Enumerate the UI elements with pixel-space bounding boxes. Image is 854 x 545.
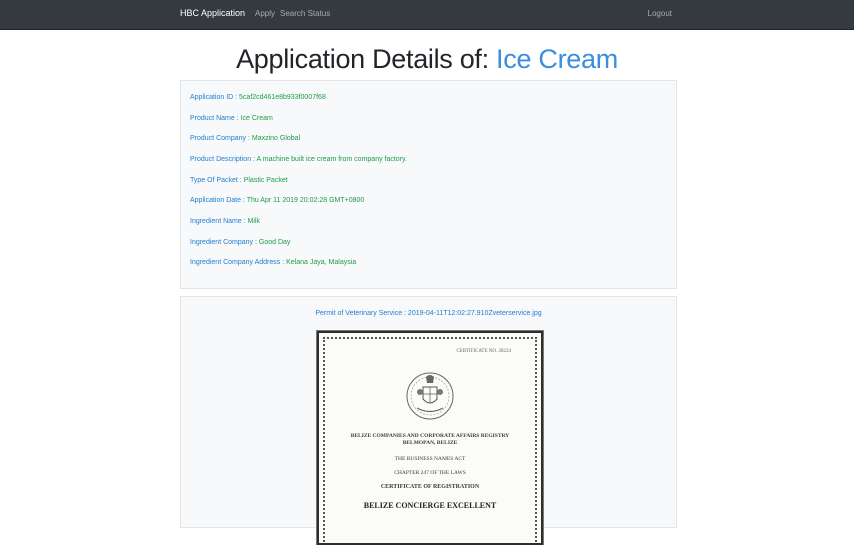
certificate-heading: CERTIFICATE OF REGISTRATION	[380, 484, 480, 490]
detail-product-description: Product Description : A machine built ic…	[190, 156, 407, 163]
detail-label: Product Description :	[190, 156, 257, 163]
page-title-product-name: Ice Cream	[496, 44, 618, 74]
detail-value: Good Day	[258, 239, 291, 246]
certificate-company: BELIZE CONCIERGE EXCELLENT	[363, 501, 497, 510]
certificate-registry: BELIZE COMPANIES AND CORPORATE AFFAIRS R…	[350, 433, 510, 439]
detail-label: Product Name :	[190, 115, 241, 122]
detail-label: Product Company :	[190, 135, 252, 142]
certificate-number: CERTIFICATE NO. 28224	[456, 349, 511, 354]
nav-search-status-link[interactable]: Search Status	[280, 9, 330, 18]
permit-label: Permit of Veterinary Service :	[315, 310, 408, 317]
detail-product-name: Product Name : Ice Cream	[190, 115, 273, 122]
detail-label: Application ID :	[190, 94, 240, 101]
detail-value: A machine built ice cream from company f…	[256, 156, 407, 163]
navbar-inner: HBC Application Apply Search Status Logo…	[180, 0, 672, 29]
detail-value: 5caf2cd461e8b933f0007f68	[239, 94, 326, 101]
detail-application-id: Application ID : 5caf2cd461e8b933f0007f6…	[190, 94, 326, 101]
detail-value: Kelana Jaya, Malaysia	[286, 259, 357, 266]
permit-caption: Permit of Veterinary Service : 2019-04-1…	[181, 310, 676, 317]
detail-value: Maxzino Global	[251, 135, 301, 142]
logout-link[interactable]: Logout	[648, 9, 672, 18]
detail-label: Ingredient Company :	[190, 239, 259, 246]
detail-value: Ice Cream	[240, 115, 273, 122]
detail-label: Ingredient Company Address :	[190, 259, 287, 266]
page-title-prefix: Application Details of:	[236, 44, 497, 74]
detail-label: Ingredient Name :	[190, 218, 248, 225]
navbar: HBC Application Apply Search Status Logo…	[0, 0, 854, 30]
detail-value: Plastic Packet	[243, 177, 288, 184]
detail-ingredient-name: Ingredient Name : Milk	[190, 218, 260, 225]
detail-value: Milk	[247, 218, 261, 225]
detail-application-date: Application Date : Thu Apr 11 2019 20:02…	[190, 197, 364, 204]
detail-ingredient-company-address: Ingredient Company Address : Kelana Jaya…	[190, 259, 356, 266]
certificate-city: BELMOPAN, BELIZE	[402, 440, 458, 446]
detail-value: Thu Apr 11 2019 20:02:28 GMT+0800	[246, 197, 365, 204]
page-title: Application Details of: Ice Cream	[0, 44, 854, 75]
certificate-act: THE BUSINESS NAMES ACT	[394, 456, 466, 462]
detail-label: Application Date :	[190, 197, 247, 204]
detail-label: Type Of Packet :	[190, 177, 244, 184]
brand-link[interactable]: HBC Application	[180, 8, 245, 18]
detail-ingredient-company: Ingredient Company : Good Day	[190, 239, 290, 246]
nav-apply-link[interactable]: Apply	[255, 9, 275, 18]
detail-type-of-packet: Type Of Packet : Plastic Packet	[190, 177, 288, 184]
detail-product-company: Product Company : Maxzino Global	[190, 135, 300, 142]
permit-file-name[interactable]: 2019-04-11T12:02:27.910Zveterservice.jpg	[408, 310, 542, 317]
permit-card: Permit of Veterinary Service : 2019-04-1…	[180, 296, 677, 545]
certificate-chapter: CHAPTER 247 OF THE LAWS	[394, 470, 466, 476]
permit-certificate-image: CERTIFICATE NO. 28224 BELIZE COMPANIES A…	[317, 331, 543, 545]
coat-of-arms-icon	[406, 372, 454, 420]
application-details-card: Application ID : 5caf2cd461e8b933f0007f6…	[180, 80, 677, 289]
